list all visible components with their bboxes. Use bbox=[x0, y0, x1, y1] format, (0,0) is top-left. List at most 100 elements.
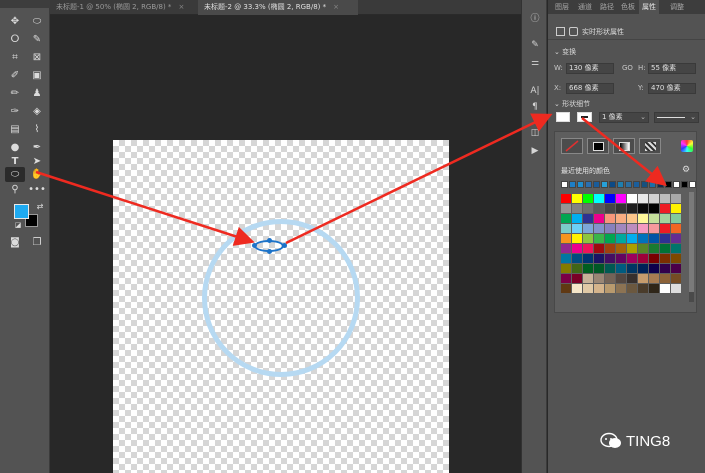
color-swatch[interactable] bbox=[594, 264, 604, 273]
color-swatch[interactable] bbox=[649, 244, 659, 253]
color-swatch[interactable] bbox=[660, 274, 670, 283]
color-swatch[interactable] bbox=[627, 274, 637, 283]
color-swatch[interactable] bbox=[616, 224, 626, 233]
more-tools-icon[interactable]: ••• bbox=[27, 182, 47, 197]
hand-tool-icon[interactable]: ✋ bbox=[27, 167, 47, 182]
stroke-color-swatch[interactable] bbox=[577, 112, 592, 122]
close-icon[interactable]: × bbox=[178, 3, 184, 11]
recent-color-swatch[interactable] bbox=[617, 181, 624, 188]
color-swatch[interactable] bbox=[660, 254, 670, 263]
recent-color-swatch[interactable] bbox=[601, 181, 608, 188]
color-swatch[interactable] bbox=[616, 284, 626, 293]
color-swatch[interactable] bbox=[561, 264, 571, 273]
scrollbar-thumb[interactable] bbox=[689, 192, 694, 292]
recent-color-swatch[interactable] bbox=[673, 181, 680, 188]
color-swatch[interactable] bbox=[594, 274, 604, 283]
color-swatch[interactable] bbox=[627, 204, 637, 213]
color-swatch[interactable] bbox=[638, 254, 648, 263]
color-swatch[interactable] bbox=[660, 234, 670, 243]
gradient-tool-icon[interactable]: ▤ bbox=[5, 122, 25, 137]
color-swatch[interactable] bbox=[605, 234, 615, 243]
pattern-button[interactable] bbox=[639, 138, 661, 154]
eyedropper-tool-icon[interactable]: ✐ bbox=[5, 68, 25, 83]
quick-select-tool-icon[interactable]: ✎ bbox=[27, 32, 47, 47]
color-swatch[interactable] bbox=[638, 264, 648, 273]
color-swatch[interactable] bbox=[583, 264, 593, 273]
color-swatch[interactable] bbox=[616, 264, 626, 273]
color-swatch[interactable] bbox=[660, 264, 670, 273]
color-swatch[interactable] bbox=[649, 254, 659, 263]
blur-tool-icon[interactable]: ⌇ bbox=[27, 122, 47, 137]
default-colors-icon[interactable]: ◪ bbox=[8, 218, 28, 233]
recent-color-swatch[interactable] bbox=[649, 181, 656, 188]
eraser-tool-icon[interactable]: ◈ bbox=[27, 104, 47, 119]
recent-color-swatch[interactable] bbox=[633, 181, 640, 188]
color-swatch[interactable] bbox=[605, 274, 615, 283]
color-swatch[interactable] bbox=[594, 244, 604, 253]
close-icon[interactable]: × bbox=[333, 3, 339, 11]
color-swatch[interactable] bbox=[671, 214, 681, 223]
color-swatch[interactable] bbox=[572, 284, 582, 293]
color-swatch[interactable] bbox=[583, 234, 593, 243]
quick-mask-icon[interactable]: ◙ bbox=[5, 235, 25, 250]
marquee-tool-icon[interactable]: ⬭ bbox=[27, 14, 47, 29]
color-swatch[interactable] bbox=[660, 284, 670, 293]
color-swatch[interactable] bbox=[627, 234, 637, 243]
layer-comps-icon[interactable]: ◫ bbox=[528, 126, 542, 140]
color-swatch[interactable] bbox=[572, 244, 582, 253]
toolbar-grip[interactable] bbox=[0, 0, 50, 8]
anchor-point-top[interactable] bbox=[267, 238, 272, 243]
stroke-width-field[interactable]: 1 像素 ⌄ bbox=[599, 112, 649, 123]
color-swatch[interactable] bbox=[572, 194, 582, 203]
color-swatch[interactable] bbox=[583, 194, 593, 203]
recent-color-swatch[interactable] bbox=[593, 181, 600, 188]
color-swatch[interactable] bbox=[627, 264, 637, 273]
color-swatch[interactable] bbox=[638, 244, 648, 253]
swap-colors-icon[interactable]: ⇄ bbox=[30, 199, 50, 214]
width-field[interactable]: 130 像素 bbox=[566, 63, 614, 74]
tab-paths[interactable]: 路径 bbox=[600, 0, 614, 14]
color-swatch[interactable] bbox=[594, 254, 604, 263]
color-swatch[interactable] bbox=[572, 224, 582, 233]
clone-stamp-tool-icon[interactable]: ♟ bbox=[27, 86, 47, 101]
color-swatch[interactable] bbox=[583, 254, 593, 263]
color-swatch[interactable] bbox=[671, 204, 681, 213]
color-swatch[interactable] bbox=[561, 254, 571, 263]
color-swatch[interactable] bbox=[627, 214, 637, 223]
anchor-point-right[interactable] bbox=[282, 243, 287, 248]
color-swatch[interactable] bbox=[627, 194, 637, 203]
color-swatch[interactable] bbox=[583, 284, 593, 293]
color-swatch[interactable] bbox=[561, 204, 571, 213]
color-swatch[interactable] bbox=[583, 224, 593, 233]
color-swatch[interactable] bbox=[561, 284, 571, 293]
color-swatch[interactable] bbox=[627, 244, 637, 253]
color-swatch[interactable] bbox=[583, 204, 593, 213]
color-swatch[interactable] bbox=[572, 204, 582, 213]
recent-color-swatch[interactable] bbox=[577, 181, 584, 188]
color-swatch[interactable] bbox=[671, 274, 681, 283]
color-swatch[interactable] bbox=[605, 224, 615, 233]
color-swatch[interactable] bbox=[616, 254, 626, 263]
color-swatch[interactable] bbox=[638, 284, 648, 293]
recent-color-swatch[interactable] bbox=[641, 181, 648, 188]
color-swatch[interactable] bbox=[594, 194, 604, 203]
color-swatch[interactable] bbox=[660, 214, 670, 223]
color-swatch[interactable] bbox=[594, 284, 604, 293]
color-swatch[interactable] bbox=[572, 214, 582, 223]
color-swatch[interactable] bbox=[616, 204, 626, 213]
character-icon[interactable]: A| bbox=[528, 84, 542, 98]
history-brush-tool-icon[interactable]: ✑ bbox=[5, 104, 25, 119]
color-swatch[interactable] bbox=[583, 244, 593, 253]
color-swatch[interactable] bbox=[649, 274, 659, 283]
color-picker-icon[interactable] bbox=[681, 140, 693, 152]
tab-adjustments[interactable]: 调整 bbox=[670, 0, 684, 14]
anchor-point-left[interactable] bbox=[252, 243, 257, 248]
color-swatch[interactable] bbox=[616, 234, 626, 243]
dodge-tool-icon[interactable]: ● bbox=[5, 140, 25, 155]
move-tool-icon[interactable]: ✥ bbox=[5, 14, 25, 29]
recent-color-swatch[interactable] bbox=[689, 181, 696, 188]
color-swatch[interactable] bbox=[616, 244, 626, 253]
color-swatch[interactable] bbox=[671, 234, 681, 243]
y-field[interactable]: 470 像素 bbox=[648, 83, 696, 94]
color-swatch[interactable] bbox=[572, 274, 582, 283]
